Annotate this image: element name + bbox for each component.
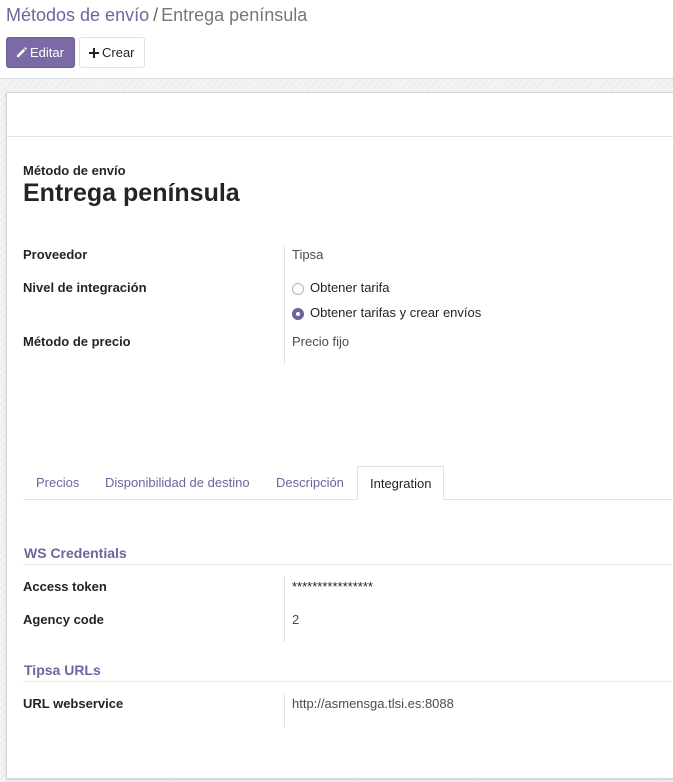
tabs-divider (23, 499, 673, 500)
ws-credentials-separator (23, 564, 673, 565)
radio-get-rate[interactable] (292, 283, 304, 295)
form-statusbar (7, 93, 673, 137)
form-sheet: Método de envío Entrega península Provee… (6, 92, 673, 779)
breadcrumb: Métodos de envío / Entrega península (6, 5, 307, 26)
edit-button-label: Editar (30, 45, 64, 60)
tipsa-urls-divider (284, 693, 285, 727)
tipsa-urls-section-title: Tipsa URLs (24, 662, 101, 678)
radio-get-rate-label[interactable]: Obtener tarifa (310, 280, 390, 295)
radio-get-rates-and-create-shipments-label[interactable]: Obtener tarifas y crear envíos (310, 305, 481, 320)
access-token-label: Access token (23, 579, 107, 594)
breadcrumb-link-shipping-methods[interactable]: Métodos de envío (6, 5, 149, 25)
provider-label: Proveedor (23, 247, 88, 262)
agency-code-label: Agency code (23, 612, 104, 627)
tab-disponibilidad-destino[interactable]: Disponibilidad de destino (105, 466, 250, 499)
record-title: Entrega península (23, 179, 240, 207)
form-view-background: Método de envío Entrega península Provee… (0, 78, 673, 782)
breadcrumb-current: Entrega península (161, 5, 308, 25)
radio-get-rates-and-create-shipments[interactable] (292, 308, 304, 320)
access-token-value: **************** (292, 579, 373, 594)
ws-credentials-section-title: WS Credentials (24, 545, 127, 561)
breadcrumb-separator: / (153, 5, 159, 25)
create-button-label: Crear (102, 45, 135, 60)
agency-code-value: 2 (292, 612, 300, 627)
ws-credentials-divider (284, 576, 285, 642)
pencil-icon (16, 47, 27, 58)
tab-precios[interactable]: Precios (36, 466, 79, 499)
provider-value: Tipsa (292, 247, 324, 262)
url-webservice-value: http://asmensga.tlsi.es:8088 (292, 696, 454, 711)
tab-integration[interactable]: Integration (357, 466, 445, 500)
tipsa-urls-separator (23, 681, 673, 682)
control-panel: Métodos de envío / Entrega península Edita… (0, 0, 673, 78)
field-divider (284, 245, 285, 364)
price-method-label: Método de precio (23, 334, 131, 349)
edit-button[interactable]: Editar (6, 37, 75, 68)
url-webservice-label: URL webservice (23, 696, 124, 711)
plus-icon (89, 48, 99, 58)
integration-level-label: Nivel de integración (23, 280, 147, 295)
price-method-value: Precio fijo (292, 334, 350, 349)
create-button[interactable]: Crear (79, 37, 145, 68)
tab-descripcion[interactable]: Descripción (276, 466, 344, 499)
title-label: Método de envío (23, 163, 126, 178)
